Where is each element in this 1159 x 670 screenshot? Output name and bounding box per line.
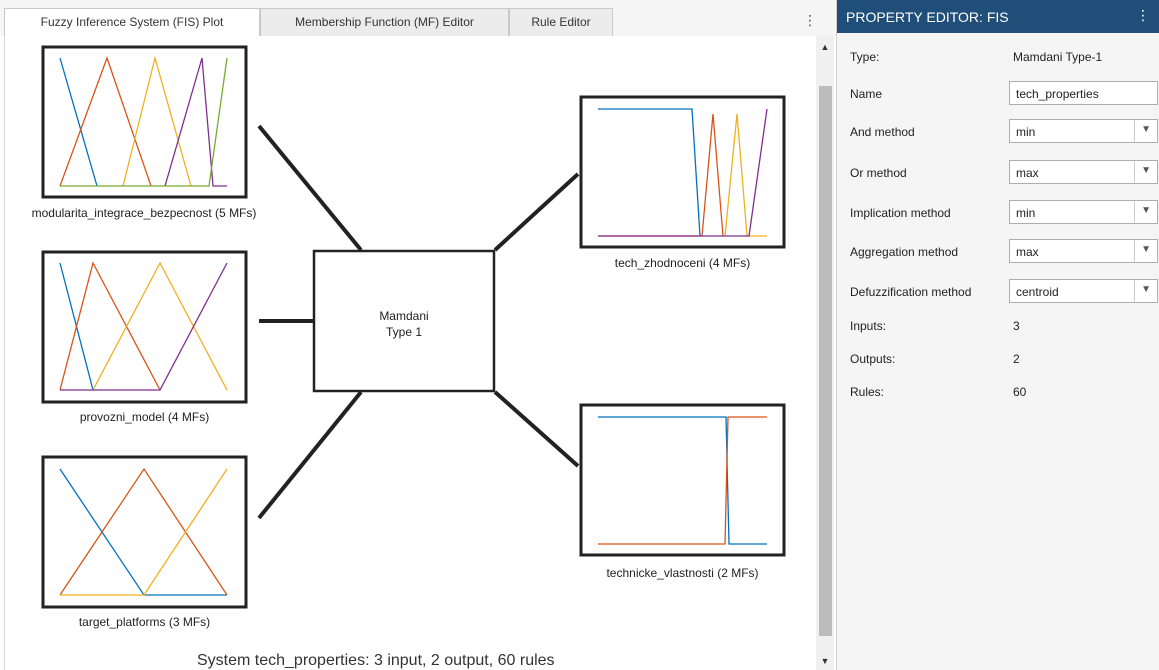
defuzzification-method-label: Defuzzification method — [850, 285, 972, 299]
name-input[interactable]: tech_properties — [1009, 81, 1158, 105]
name-label: Name — [850, 87, 883, 101]
system-type-line2: Type 1 — [385, 325, 423, 339]
vertical-ellipsis-icon[interactable]: ⋮ — [1136, 7, 1150, 24]
system-type-line1: Mamdani — [379, 309, 429, 323]
implication-method-select[interactable]: min ▼ — [1009, 200, 1158, 224]
implication-method-label: Implication method — [850, 206, 951, 220]
outputs-value: 2 — [1013, 352, 1020, 366]
tab-fis-plot[interactable]: Fuzzy Inference System (FIS) Plot — [4, 8, 260, 37]
chevron-down-icon[interactable]: ▼ — [1141, 284, 1151, 295]
select-divider — [1134, 240, 1135, 262]
outputs-label: Outputs: — [850, 352, 896, 366]
system-box-label: Mamdani Type 1 — [314, 308, 494, 340]
input-mf-plot-3[interactable] — [41, 455, 248, 609]
select-divider — [1134, 201, 1135, 223]
select-divider — [1134, 120, 1135, 142]
type-label: Type: — [850, 50, 880, 64]
input-label-1: modularita_integrace_bezpecnost (5 MFs) — [31, 206, 257, 220]
property-editor-panel: PROPERTY EDITOR: FIS ⋮ Type: Mamdani Typ… — [836, 0, 1159, 670]
scroll-up-icon[interactable]: ▲ — [816, 40, 834, 54]
vertical-scrollbar[interactable]: ▲ ▼ — [816, 36, 834, 670]
connector-output-1 — [493, 172, 580, 252]
connector-input-3 — [257, 390, 363, 520]
input-mf-plot-1[interactable] — [41, 45, 248, 199]
vertical-ellipsis-icon[interactable]: ⋮ — [800, 10, 820, 30]
output-label-1: tech_zhodnoceni (4 MFs) — [614, 256, 751, 270]
tab-rule-editor[interactable]: Rule Editor — [509, 8, 613, 36]
rules-label: Rules: — [850, 385, 885, 399]
inputs-label: Inputs: — [850, 319, 887, 333]
aggregation-method-select[interactable]: max ▼ — [1009, 239, 1158, 263]
defuzzification-method-select[interactable]: centroid ▼ — [1009, 279, 1158, 303]
or-method-value: max — [1016, 166, 1039, 180]
or-method-label: Or method — [850, 166, 907, 180]
rules-value: 60 — [1013, 385, 1027, 399]
select-divider — [1134, 280, 1135, 302]
and-method-select[interactable]: min ▼ — [1009, 119, 1158, 143]
type-value: Mamdani Type-1 — [1013, 50, 1103, 64]
select-divider — [1134, 161, 1135, 183]
inputs-value: 3 — [1013, 319, 1020, 333]
scroll-down-icon[interactable]: ▼ — [816, 654, 834, 668]
output-mf-plot-1[interactable] — [579, 95, 786, 249]
fis-plot-area: Mamdani Type 1 modularita_integrace_bezp… — [4, 36, 816, 670]
chevron-down-icon[interactable]: ▼ — [1141, 124, 1151, 135]
or-method-select[interactable]: max ▼ — [1009, 160, 1158, 184]
and-method-label: And method — [850, 125, 915, 139]
system-summary: System tech_properties: 3 input, 2 outpu… — [197, 652, 555, 669]
tab-bar: Fuzzy Inference System (FIS) Plot Member… — [0, 0, 836, 37]
aggregation-method-value: max — [1016, 245, 1039, 259]
aggregation-method-label: Aggregation method — [850, 245, 959, 259]
connector-input-1 — [257, 124, 363, 252]
and-method-value: min — [1016, 125, 1036, 139]
defuzzification-method-value: centroid — [1016, 285, 1059, 299]
input-label-3: target_platforms (3 MFs) — [78, 615, 211, 629]
chevron-down-icon[interactable]: ▼ — [1141, 244, 1151, 255]
property-editor-title: PROPERTY EDITOR: FIS — [846, 9, 1009, 25]
output-mf-plot-2[interactable] — [579, 403, 786, 557]
tab-mf-editor[interactable]: Membership Function (MF) Editor — [260, 8, 509, 36]
implication-method-value: min — [1016, 206, 1036, 220]
property-editor-header: PROPERTY EDITOR: FIS ⋮ — [837, 0, 1159, 33]
input-label-2: provozni_model (4 MFs) — [79, 410, 210, 424]
chevron-down-icon[interactable]: ▼ — [1141, 165, 1151, 176]
input-mf-plot-2[interactable] — [41, 250, 248, 404]
connector-output-2 — [493, 390, 580, 468]
scroll-thumb[interactable] — [819, 86, 832, 636]
output-label-2: technicke_vlastnosti (2 MFs) — [606, 566, 759, 580]
chevron-down-icon[interactable]: ▼ — [1141, 205, 1151, 216]
